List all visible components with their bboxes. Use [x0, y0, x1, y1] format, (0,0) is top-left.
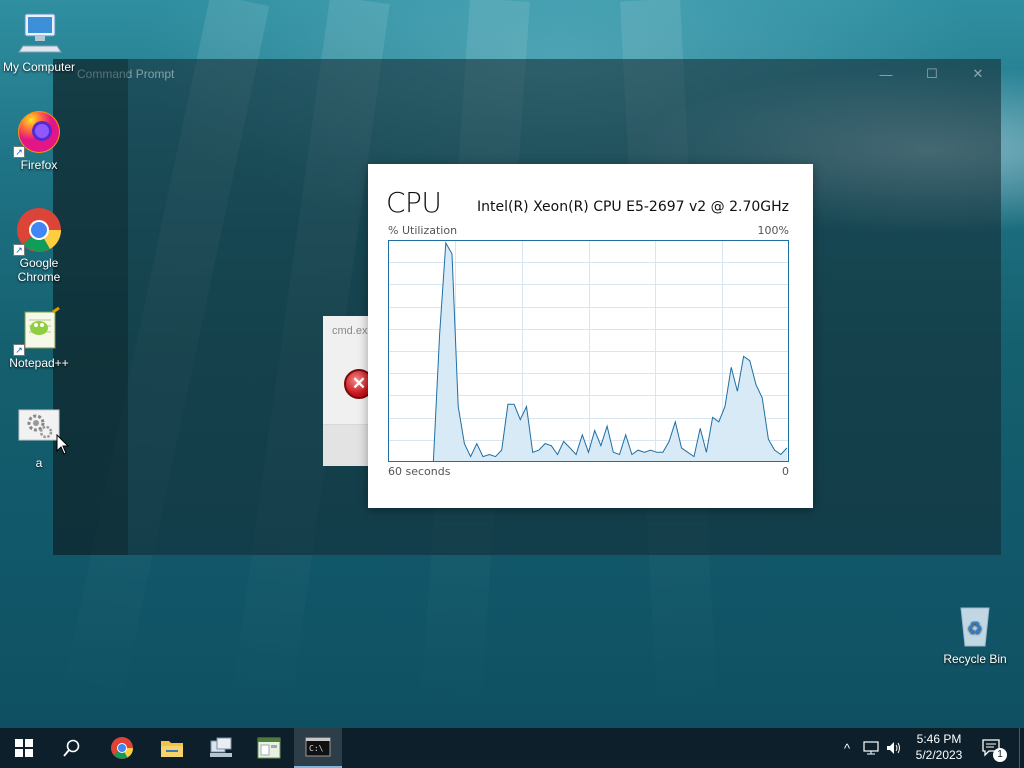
x-axis-left-label: 60 seconds [388, 465, 451, 478]
desktop-icon-label: Recycle Bin [943, 652, 1007, 666]
desktop-icon-notepad-plus-plus[interactable]: ↗ Notepad++ [1, 306, 77, 370]
desktop-icon-label: Firefox [20, 158, 58, 172]
cpu-utilization-graph [388, 240, 789, 462]
windows-logo-icon [15, 739, 33, 757]
show-desktop-button[interactable] [1019, 728, 1024, 768]
notification-count-badge: 1 [993, 748, 1007, 762]
mouse-cursor-icon [56, 434, 70, 455]
desktop-icon-recycle-bin[interactable]: ♻ Recycle Bin [937, 602, 1013, 666]
file-explorer-taskbar-button[interactable] [148, 728, 196, 768]
network-computers-icon [210, 737, 232, 757]
desktop-icon-label: Notepad++ [9, 356, 69, 370]
command-prompt-icon: C:\ [305, 737, 331, 757]
minimize-button[interactable]: — [863, 59, 909, 89]
search-icon [63, 739, 80, 757]
recycle-bin-icon: ♻ [951, 602, 999, 650]
svg-text:C:\: C:\ [309, 744, 324, 753]
shortcut-arrow-icon: ↗ [13, 146, 25, 158]
notepad-plus-plus-icon: ↗ [13, 306, 63, 356]
svg-text:♻: ♻ [967, 618, 983, 639]
close-button[interactable]: ✕ [955, 59, 1001, 89]
system-clock[interactable]: 5:46 PM 5/2/2023 [904, 731, 974, 763]
window-controls: — ☐ ✕ [863, 59, 1001, 89]
taskbar: C:\ ^ 5:46 PM 5/2/2023 1 [0, 728, 1024, 768]
volume-icon[interactable] [884, 728, 904, 768]
chrome-icon: ↗ [13, 206, 63, 256]
desktop-icon-label: a [35, 456, 43, 470]
chrome-taskbar-button[interactable] [98, 728, 146, 768]
app-taskbar-button[interactable] [245, 728, 293, 768]
desktop-icon-firefox[interactable]: ↗ Firefox [1, 108, 77, 172]
utilization-area [433, 243, 787, 462]
cpu-title: CPU [386, 186, 442, 219]
network-icon[interactable] [860, 728, 882, 768]
desktop-icon-my-computer[interactable]: My Computer [1, 10, 77, 74]
action-center-button[interactable]: 1 [978, 728, 1008, 768]
clock-time: 5:46 PM [916, 732, 962, 746]
clock-date: 5/2/2023 [915, 748, 963, 762]
cpu-model-name: Intel(R) Xeon(R) CPU E5-2697 v2 @ 2.70GH… [477, 199, 789, 215]
y-axis-max-label: 100% [757, 224, 789, 237]
search-button[interactable] [48, 728, 96, 768]
cpu-performance-panel: CPU Intel(R) Xeon(R) CPU E5-2697 v2 @ 2.… [368, 164, 813, 508]
start-button[interactable] [0, 728, 48, 768]
window-app-icon [257, 737, 281, 759]
desktop-icon-label: My Computer [2, 60, 76, 74]
command-prompt-taskbar-button[interactable]: C:\ [294, 728, 342, 768]
network-app-taskbar-button[interactable] [197, 728, 245, 768]
shortcut-arrow-icon: ↗ [13, 244, 25, 256]
chrome-icon [111, 737, 133, 759]
folder-icon [161, 741, 183, 757]
x-axis-right-label: 0 [782, 465, 789, 478]
computer-icon [15, 10, 63, 58]
desktop-icon-label: Google Chrome [17, 256, 61, 284]
show-hidden-icons-button[interactable]: ^ [838, 728, 856, 768]
maximize-button[interactable]: ☐ [909, 59, 955, 89]
desktop-icon-google-chrome[interactable]: ↗ Google Chrome [1, 206, 77, 284]
firefox-icon: ↗ [13, 108, 63, 158]
command-prompt-titlebar[interactable]: Command Prompt [53, 59, 1001, 89]
y-axis-label: % Utilization [388, 224, 458, 237]
shortcut-arrow-icon: ↗ [13, 344, 25, 356]
